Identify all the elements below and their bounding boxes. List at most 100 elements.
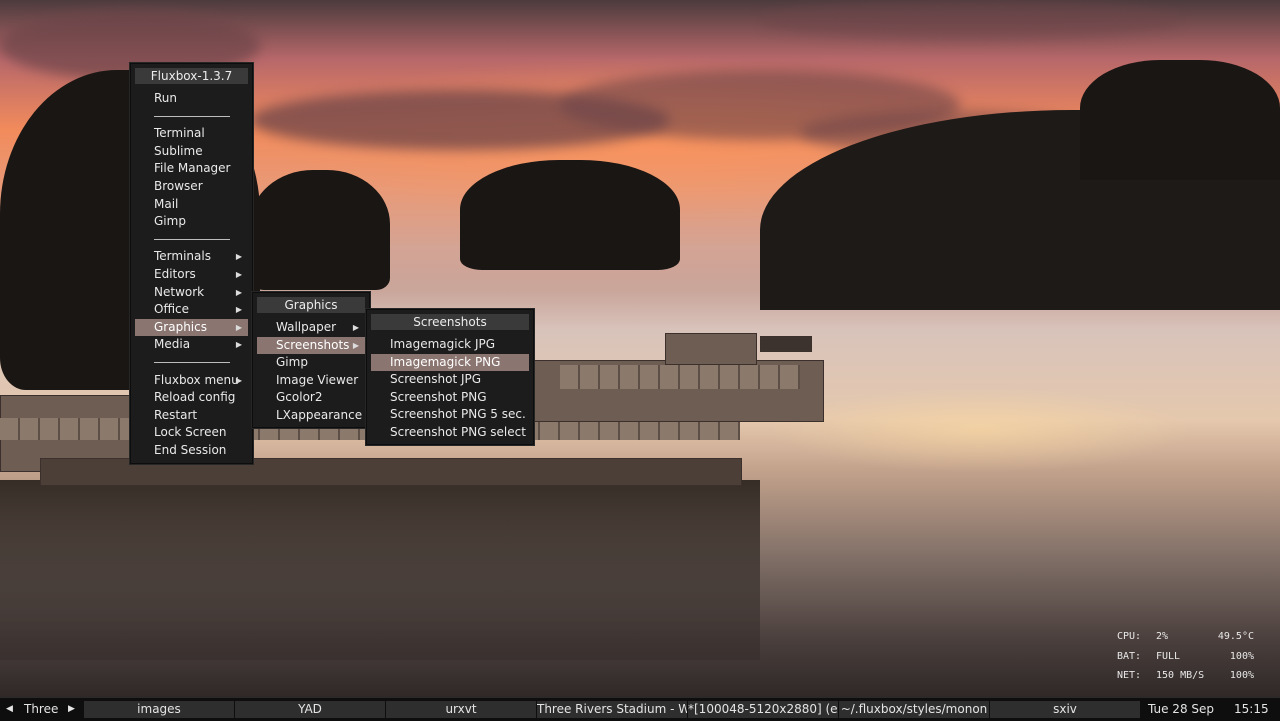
root-menu-item-fluxbox-menu[interactable]: Fluxbox menu ▶ <box>135 372 248 390</box>
graphics-submenu-title: Graphics <box>257 297 365 313</box>
stats-value: 150 MB/S <box>1156 670 1205 681</box>
menu-item-label: Network <box>154 284 205 299</box>
screenshots-submenu: Screenshots Imagemagick JPG Imagemagick P… <box>366 309 534 445</box>
menu-item-label: Screenshot JPG <box>390 372 482 387</box>
menu-item-label: Mail <box>154 196 179 211</box>
menu-separator <box>131 108 252 126</box>
taskbar-button[interactable]: *[100048-5120x2880] (exp <box>688 701 839 718</box>
menu-separator <box>131 354 252 372</box>
root-menu-item-browser[interactable]: Browser <box>135 178 248 196</box>
menu-item-label: Terminal <box>154 126 205 141</box>
submenu-arrow-icon: ▶ <box>352 323 359 332</box>
triangle-left-icon[interactable]: ◀ <box>6 698 13 721</box>
submenu-arrow-icon: ▶ <box>235 269 242 279</box>
root-menu-item-file-manager[interactable]: File Manager <box>135 160 248 178</box>
graphics-menu-item-lxappearance[interactable]: LXappearance <box>257 407 365 425</box>
submenu-arrow-icon: ▶ <box>352 340 359 350</box>
root-menu: Fluxbox-1.3.7 Run Terminal Sublime File Man… <box>130 63 253 464</box>
menu-item-label: Imagemagick JPG <box>390 337 496 351</box>
menu-item-label: Graphics <box>154 319 207 334</box>
menu-item-label: Editors <box>154 266 196 281</box>
menu-item-label: Screenshots <box>276 337 350 352</box>
menu-item-label: Reload config <box>154 390 236 405</box>
menu-item-label: Run <box>154 91 178 105</box>
taskbar-button[interactable]: sxiv <box>990 701 1141 718</box>
graphics-menu-item-image-viewer[interactable]: Image Viewer <box>257 372 365 390</box>
taskbar-button[interactable]: YAD <box>235 701 386 718</box>
stats-value: 2% <box>1156 631 1169 642</box>
menu-item-label: Browser <box>154 178 203 193</box>
menu-item-label: Restart <box>154 407 198 422</box>
graphics-submenu: Graphics Wallpaper ▶ Screenshots ▶ Gimp Image… <box>252 292 370 428</box>
menu-item-label: Screenshot PNG select <box>390 424 526 439</box>
stats-extra: 49.5°C <box>1217 631 1254 642</box>
submenu-arrow-icon: ▶ <box>235 322 242 332</box>
menu-item-label: Lock Screen <box>154 425 227 440</box>
root-menu-item-graphics[interactable]: Graphics ▶ <box>135 318 248 337</box>
root-menu-item-run[interactable]: Run <box>135 90 248 108</box>
toolbar: ◀ Three ▶ images YAD urxvt Three Rivers Sta… <box>0 697 1280 721</box>
menu-item-label: File Manager <box>154 161 231 176</box>
menu-item-label: Screenshot PNG 5 sec. <box>390 407 526 422</box>
root-menu-item-restart[interactable]: Restart <box>135 407 248 425</box>
stats-label: NET: <box>1117 670 1142 681</box>
menu-item-label: Office <box>154 302 190 317</box>
screenshots-submenu-items: Imagemagick JPG Imagemagick PNG Screenshot… <box>367 336 533 442</box>
root-menu-item-gimp[interactable]: Gimp <box>135 213 248 231</box>
system-stats: CPU: 2% 49.5°C BAT: FULL 100% NET: 150 MB/S 100% <box>1117 629 1257 688</box>
graphics-menu-item-gcolor2[interactable]: Gcolor2 <box>257 389 365 407</box>
menu-item-label: Gimp <box>154 214 186 229</box>
root-menu-item-office[interactable]: Office ▶ <box>135 301 248 319</box>
graphics-submenu-items: Wallpaper ▶ Screenshots ▶ Gimp Image Viewer Gc… <box>253 319 369 425</box>
menu-item-label: Image Viewer <box>276 372 359 387</box>
screenshots-menu-item-screenshot-png-select[interactable]: Screenshot PNG select <box>371 424 529 442</box>
taskbar-button[interactable]: urxvt <box>386 701 537 718</box>
stats-row: CPU: 2% 49.5°C <box>1117 629 1257 649</box>
root-menu-item-media[interactable]: Media ▶ <box>135 336 248 354</box>
menu-item-label: Imagemagick PNG <box>390 354 501 369</box>
graphics-menu-item-screenshots[interactable]: Screenshots ▶ <box>257 336 365 355</box>
screenshots-menu-item-screenshot-jpg[interactable]: Screenshot JPG <box>371 371 529 389</box>
menu-item-label: Fluxbox menu <box>154 372 239 387</box>
taskbar-button[interactable]: Three Rivers Stadium - Wi <box>537 701 688 718</box>
screenshots-menu-item-screenshot-png[interactable]: Screenshot PNG <box>371 389 529 407</box>
stats-extra: 100% <box>1229 650 1254 662</box>
root-menu-item-end-session[interactable]: End Session <box>135 442 248 460</box>
menu-item-label: End Session <box>154 442 227 457</box>
workspace-switcher: ◀ Three ▶ <box>0 698 82 721</box>
stats-extra: 100% <box>1229 670 1254 681</box>
menu-item-label: Wallpaper <box>276 320 337 334</box>
graphics-menu-item-wallpaper[interactable]: Wallpaper ▶ <box>257 319 365 337</box>
submenu-arrow-icon: ▶ <box>235 305 242 315</box>
root-menu-item-terminals[interactable]: Terminals ▶ <box>135 248 248 266</box>
screenshots-menu-item-imagemagick-jpg[interactable]: Imagemagick JPG <box>371 336 529 354</box>
submenu-arrow-icon: ▶ <box>235 287 242 297</box>
root-menu-item-lock-screen[interactable]: Lock Screen <box>135 424 248 442</box>
menu-item-label: Media <box>154 337 191 352</box>
screenshots-submenu-title: Screenshots <box>371 314 529 330</box>
root-menu-title: Fluxbox-1.3.7 <box>135 68 248 84</box>
root-menu-item-editors[interactable]: Editors ▶ <box>135 266 248 284</box>
stats-row: NET: 150 MB/S 100% <box>1117 668 1257 688</box>
triangle-right-icon[interactable]: ▶ <box>68 698 75 721</box>
root-menu-item-terminal[interactable]: Terminal <box>135 125 248 143</box>
taskbar-button[interactable]: images <box>84 701 235 718</box>
menu-item-label: LXappearance <box>276 407 363 422</box>
menu-item-label: Screenshot PNG <box>390 389 487 404</box>
taskbar-button[interactable]: ~/.fluxbox/styles/monon <box>839 701 990 718</box>
root-menu-item-sublime[interactable]: Sublime <box>135 143 248 161</box>
root-menu-items: Run Terminal Sublime File Manager Browser Mai… <box>131 90 252 459</box>
graphics-menu-item-gimp[interactable]: Gimp <box>257 354 365 372</box>
root-menu-item-reload-config[interactable]: Reload config <box>135 389 248 407</box>
menu-separator <box>131 231 252 249</box>
screenshots-menu-item-screenshot-png-5-sec[interactable]: Screenshot PNG 5 sec. <box>371 406 529 424</box>
workspace-name[interactable]: Three <box>24 698 58 721</box>
submenu-arrow-icon: ▶ <box>235 252 242 262</box>
submenu-arrow-icon: ▶ <box>235 375 242 385</box>
clock-time: 15:15 <box>1234 702 1269 716</box>
root-menu-item-network[interactable]: Network ▶ <box>135 284 248 302</box>
menu-item-label: Gcolor2 <box>276 390 323 405</box>
stats-row: BAT: FULL 100% <box>1117 649 1257 669</box>
root-menu-item-mail[interactable]: Mail <box>135 196 248 214</box>
screenshots-menu-item-imagemagick-png[interactable]: Imagemagick PNG <box>371 353 529 372</box>
